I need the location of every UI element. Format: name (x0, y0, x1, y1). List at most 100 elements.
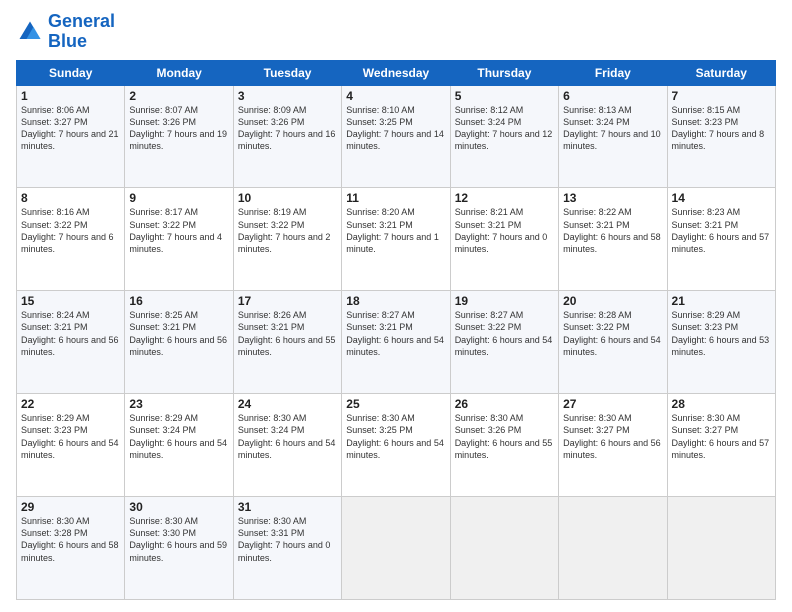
day-info: Sunrise: 8:07 AMSunset: 3:26 PMDaylight:… (129, 104, 228, 153)
calendar-cell: 23Sunrise: 8:29 AMSunset: 3:24 PMDayligh… (125, 394, 233, 497)
logo-icon (16, 18, 44, 46)
day-number: 10 (238, 191, 337, 205)
day-number: 11 (346, 191, 445, 205)
day-number: 13 (563, 191, 662, 205)
day-info: Sunrise: 8:27 AMSunset: 3:22 PMDaylight:… (455, 309, 554, 358)
day-number: 7 (672, 89, 771, 103)
calendar-header-row: SundayMondayTuesdayWednesdayThursdayFrid… (17, 60, 776, 85)
day-info: Sunrise: 8:29 AMSunset: 3:24 PMDaylight:… (129, 412, 228, 461)
day-info: Sunrise: 8:28 AMSunset: 3:22 PMDaylight:… (563, 309, 662, 358)
calendar-cell (342, 497, 450, 600)
day-info: Sunrise: 8:27 AMSunset: 3:21 PMDaylight:… (346, 309, 445, 358)
day-info: Sunrise: 8:16 AMSunset: 3:22 PMDaylight:… (21, 206, 120, 255)
day-number: 3 (238, 89, 337, 103)
calendar-header-tuesday: Tuesday (233, 60, 341, 85)
calendar-week-3: 15Sunrise: 8:24 AMSunset: 3:21 PMDayligh… (17, 291, 776, 394)
calendar-cell: 27Sunrise: 8:30 AMSunset: 3:27 PMDayligh… (559, 394, 667, 497)
day-info: Sunrise: 8:29 AMSunset: 3:23 PMDaylight:… (672, 309, 771, 358)
calendar-week-1: 1Sunrise: 8:06 AMSunset: 3:27 PMDaylight… (17, 85, 776, 188)
calendar-cell: 11Sunrise: 8:20 AMSunset: 3:21 PMDayligh… (342, 188, 450, 291)
day-info: Sunrise: 8:12 AMSunset: 3:24 PMDaylight:… (455, 104, 554, 153)
calendar-cell: 28Sunrise: 8:30 AMSunset: 3:27 PMDayligh… (667, 394, 775, 497)
day-info: Sunrise: 8:13 AMSunset: 3:24 PMDaylight:… (563, 104, 662, 153)
day-number: 20 (563, 294, 662, 308)
day-number: 27 (563, 397, 662, 411)
calendar-cell (667, 497, 775, 600)
day-info: Sunrise: 8:30 AMSunset: 3:25 PMDaylight:… (346, 412, 445, 461)
day-number: 30 (129, 500, 228, 514)
calendar-cell: 19Sunrise: 8:27 AMSunset: 3:22 PMDayligh… (450, 291, 558, 394)
calendar-cell: 17Sunrise: 8:26 AMSunset: 3:21 PMDayligh… (233, 291, 341, 394)
day-number: 15 (21, 294, 120, 308)
day-number: 2 (129, 89, 228, 103)
day-number: 26 (455, 397, 554, 411)
day-number: 9 (129, 191, 228, 205)
calendar-cell: 4Sunrise: 8:10 AMSunset: 3:25 PMDaylight… (342, 85, 450, 188)
day-info: Sunrise: 8:26 AMSunset: 3:21 PMDaylight:… (238, 309, 337, 358)
day-number: 28 (672, 397, 771, 411)
day-info: Sunrise: 8:15 AMSunset: 3:23 PMDaylight:… (672, 104, 771, 153)
calendar-cell: 8Sunrise: 8:16 AMSunset: 3:22 PMDaylight… (17, 188, 125, 291)
day-number: 1 (21, 89, 120, 103)
day-number: 6 (563, 89, 662, 103)
calendar-cell: 15Sunrise: 8:24 AMSunset: 3:21 PMDayligh… (17, 291, 125, 394)
day-number: 14 (672, 191, 771, 205)
calendar-header-sunday: Sunday (17, 60, 125, 85)
header: General Blue (16, 12, 776, 52)
day-number: 12 (455, 191, 554, 205)
day-info: Sunrise: 8:17 AMSunset: 3:22 PMDaylight:… (129, 206, 228, 255)
day-number: 31 (238, 500, 337, 514)
calendar-cell: 16Sunrise: 8:25 AMSunset: 3:21 PMDayligh… (125, 291, 233, 394)
day-number: 5 (455, 89, 554, 103)
day-info: Sunrise: 8:30 AMSunset: 3:24 PMDaylight:… (238, 412, 337, 461)
day-number: 29 (21, 500, 120, 514)
day-number: 17 (238, 294, 337, 308)
day-number: 24 (238, 397, 337, 411)
day-info: Sunrise: 8:25 AMSunset: 3:21 PMDaylight:… (129, 309, 228, 358)
calendar-cell: 26Sunrise: 8:30 AMSunset: 3:26 PMDayligh… (450, 394, 558, 497)
day-info: Sunrise: 8:29 AMSunset: 3:23 PMDaylight:… (21, 412, 120, 461)
day-info: Sunrise: 8:30 AMSunset: 3:27 PMDaylight:… (563, 412, 662, 461)
day-number: 18 (346, 294, 445, 308)
day-info: Sunrise: 8:21 AMSunset: 3:21 PMDaylight:… (455, 206, 554, 255)
calendar-header-saturday: Saturday (667, 60, 775, 85)
calendar-cell: 29Sunrise: 8:30 AMSunset: 3:28 PMDayligh… (17, 497, 125, 600)
day-number: 25 (346, 397, 445, 411)
calendar-cell: 2Sunrise: 8:07 AMSunset: 3:26 PMDaylight… (125, 85, 233, 188)
calendar-cell: 5Sunrise: 8:12 AMSunset: 3:24 PMDaylight… (450, 85, 558, 188)
calendar-cell: 25Sunrise: 8:30 AMSunset: 3:25 PMDayligh… (342, 394, 450, 497)
day-info: Sunrise: 8:30 AMSunset: 3:28 PMDaylight:… (21, 515, 120, 564)
day-number: 16 (129, 294, 228, 308)
day-info: Sunrise: 8:06 AMSunset: 3:27 PMDaylight:… (21, 104, 120, 153)
calendar-header-thursday: Thursday (450, 60, 558, 85)
calendar-week-2: 8Sunrise: 8:16 AMSunset: 3:22 PMDaylight… (17, 188, 776, 291)
day-number: 19 (455, 294, 554, 308)
day-info: Sunrise: 8:09 AMSunset: 3:26 PMDaylight:… (238, 104, 337, 153)
calendar-cell: 3Sunrise: 8:09 AMSunset: 3:26 PMDaylight… (233, 85, 341, 188)
calendar-cell: 6Sunrise: 8:13 AMSunset: 3:24 PMDaylight… (559, 85, 667, 188)
day-info: Sunrise: 8:24 AMSunset: 3:21 PMDaylight:… (21, 309, 120, 358)
calendar-cell: 24Sunrise: 8:30 AMSunset: 3:24 PMDayligh… (233, 394, 341, 497)
logo-text: General Blue (48, 12, 115, 52)
calendar-cell: 21Sunrise: 8:29 AMSunset: 3:23 PMDayligh… (667, 291, 775, 394)
day-info: Sunrise: 8:30 AMSunset: 3:27 PMDaylight:… (672, 412, 771, 461)
calendar-cell: 1Sunrise: 8:06 AMSunset: 3:27 PMDaylight… (17, 85, 125, 188)
calendar-cell: 12Sunrise: 8:21 AMSunset: 3:21 PMDayligh… (450, 188, 558, 291)
calendar-cell: 7Sunrise: 8:15 AMSunset: 3:23 PMDaylight… (667, 85, 775, 188)
calendar-header-monday: Monday (125, 60, 233, 85)
day-number: 8 (21, 191, 120, 205)
calendar-cell: 18Sunrise: 8:27 AMSunset: 3:21 PMDayligh… (342, 291, 450, 394)
day-info: Sunrise: 8:23 AMSunset: 3:21 PMDaylight:… (672, 206, 771, 255)
page: General Blue SundayMondayTuesdayWednesda… (0, 0, 792, 612)
day-info: Sunrise: 8:22 AMSunset: 3:21 PMDaylight:… (563, 206, 662, 255)
logo: General Blue (16, 12, 115, 52)
calendar-cell: 14Sunrise: 8:23 AMSunset: 3:21 PMDayligh… (667, 188, 775, 291)
calendar-cell: 31Sunrise: 8:30 AMSunset: 3:31 PMDayligh… (233, 497, 341, 600)
day-info: Sunrise: 8:30 AMSunset: 3:30 PMDaylight:… (129, 515, 228, 564)
calendar-header-friday: Friday (559, 60, 667, 85)
calendar-cell: 20Sunrise: 8:28 AMSunset: 3:22 PMDayligh… (559, 291, 667, 394)
calendar-week-4: 22Sunrise: 8:29 AMSunset: 3:23 PMDayligh… (17, 394, 776, 497)
day-number: 23 (129, 397, 228, 411)
calendar-header-wednesday: Wednesday (342, 60, 450, 85)
calendar-cell: 9Sunrise: 8:17 AMSunset: 3:22 PMDaylight… (125, 188, 233, 291)
